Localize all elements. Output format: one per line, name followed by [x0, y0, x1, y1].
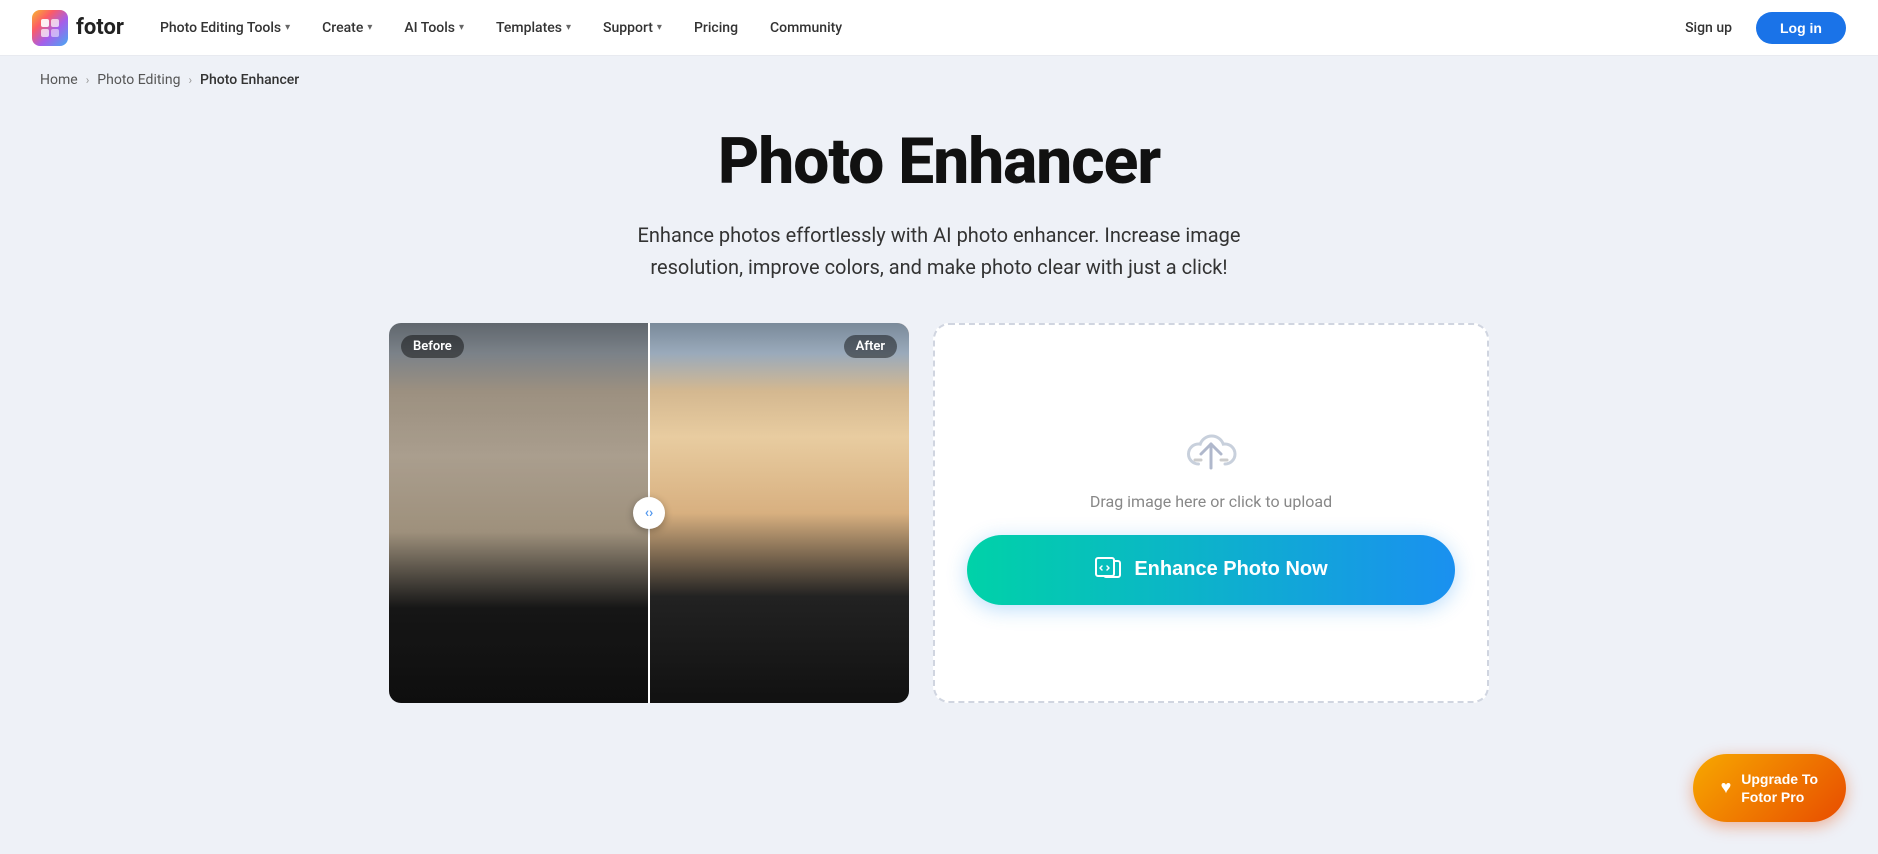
upload-label: Drag image here or click to upload	[1090, 492, 1332, 511]
nav-item-pricing[interactable]: Pricing	[682, 14, 750, 42]
chevron-down-icon: ▾	[459, 22, 464, 33]
after-image	[649, 323, 909, 703]
signup-button[interactable]: Sign up	[1669, 14, 1748, 42]
upload-box[interactable]: Drag image here or click to upload Enhan…	[933, 323, 1489, 703]
page-subtitle: Enhance photos effortlessly with AI phot…	[589, 219, 1289, 283]
enhance-icon	[1094, 553, 1122, 587]
logo-text: fotor	[76, 15, 124, 40]
before-after-inner: Before After ‹›	[389, 323, 909, 703]
breadcrumb-current: Photo Enhancer	[200, 72, 299, 88]
chevron-down-icon: ▾	[285, 22, 290, 33]
chevron-down-icon: ▾	[657, 22, 662, 33]
breadcrumb-photo-editing[interactable]: Photo Editing	[97, 72, 180, 88]
nav-item-create[interactable]: Create ▾	[310, 14, 384, 42]
after-label: After	[844, 335, 897, 358]
breadcrumb-home[interactable]: Home	[40, 72, 78, 88]
navbar: fotor Photo Editing Tools ▾ Create ▾ AI …	[0, 0, 1878, 56]
nav-item-templates[interactable]: Templates ▾	[484, 14, 583, 42]
upgrade-line2: Fotor Pro	[1741, 788, 1818, 806]
chevron-down-icon: ▾	[566, 22, 571, 33]
upgrade-button[interactable]: ♥ Upgrade To Fotor Pro	[1693, 754, 1846, 822]
page-title: Photo Enhancer	[718, 124, 1160, 199]
before-label: Before	[401, 335, 464, 358]
enhance-photo-button[interactable]: Enhance Photo Now	[967, 535, 1455, 605]
upgrade-line1: Upgrade To	[1741, 770, 1818, 788]
breadcrumb: Home › Photo Editing › Photo Enhancer	[0, 56, 1878, 104]
breadcrumb-sep-1: ›	[86, 73, 90, 87]
main-content: Photo Enhancer Enhance photos effortless…	[0, 104, 1878, 743]
breadcrumb-sep-2: ›	[188, 73, 192, 87]
after-face	[649, 323, 909, 703]
heart-icon: ♥	[1721, 776, 1732, 799]
chevron-down-icon: ▾	[367, 22, 372, 33]
enhance-button-label: Enhance Photo Now	[1134, 558, 1327, 581]
before-image	[389, 323, 649, 703]
content-row: Before After ‹› Drag image here or cl	[389, 323, 1489, 703]
logo-icon	[32, 10, 68, 46]
nav-item-support[interactable]: Support ▾	[591, 14, 674, 42]
logo[interactable]: fotor	[32, 10, 124, 46]
ba-handle[interactable]: ‹›	[633, 497, 665, 529]
login-button[interactable]: Log in	[1756, 12, 1846, 44]
nav-item-community[interactable]: Community	[758, 14, 854, 42]
upload-icon-wrap: Drag image here or click to upload	[1090, 422, 1332, 511]
upload-cloud-icon	[1179, 422, 1243, 476]
upgrade-text: Upgrade To Fotor Pro	[1741, 770, 1818, 806]
before-face	[389, 323, 649, 703]
nav-item-ai-tools[interactable]: AI Tools ▾	[392, 14, 476, 42]
before-after-container: Before After ‹›	[389, 323, 909, 703]
nav-item-photo-editing-tools[interactable]: Photo Editing Tools ▾	[148, 14, 302, 42]
